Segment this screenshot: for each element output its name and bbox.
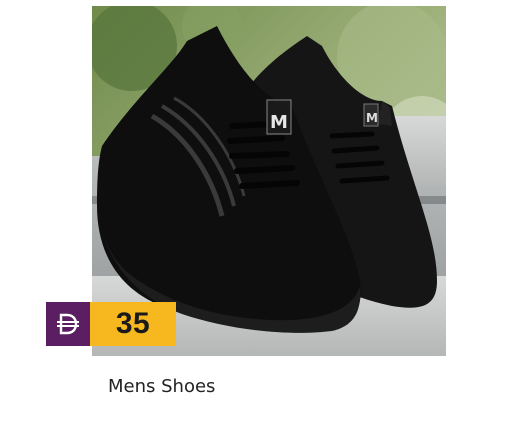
dirham-currency-icon <box>46 302 90 346</box>
product-name[interactable]: Mens Shoes <box>108 376 215 397</box>
svg-text:M: M <box>366 111 378 125</box>
price-tag: 35 <box>46 302 176 346</box>
price-amount: 35 <box>90 302 176 346</box>
product-card[interactable]: M M 35 Mens Shoes <box>0 0 512 437</box>
svg-text:M: M <box>270 112 288 133</box>
